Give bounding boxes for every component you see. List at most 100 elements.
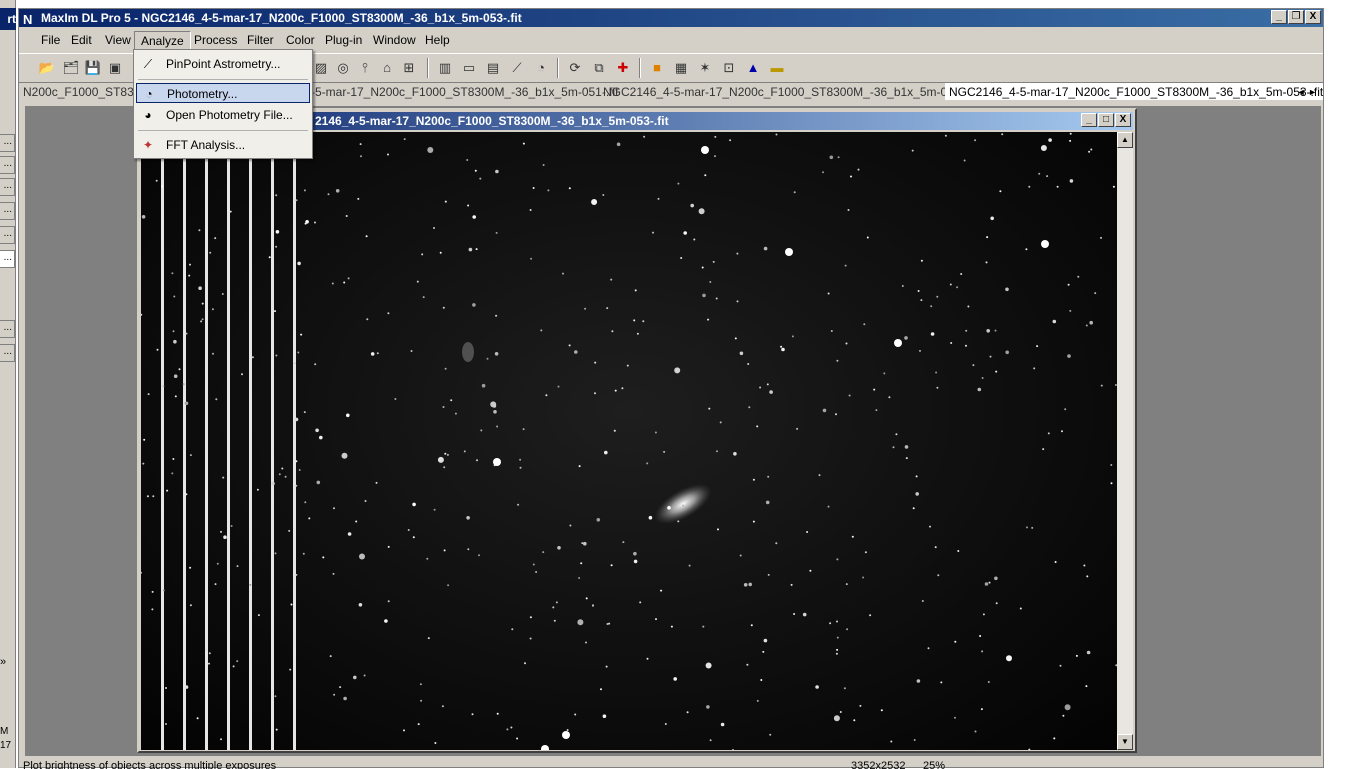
star — [853, 719, 856, 722]
filter-wheel-icon[interactable]: ▬ — [767, 58, 787, 78]
star — [767, 475, 770, 478]
star — [387, 545, 390, 548]
star — [763, 638, 768, 643]
star — [957, 550, 960, 552]
bright-star — [493, 458, 501, 466]
star — [574, 350, 578, 354]
background-button-3[interactable]: ... — [0, 178, 15, 196]
star — [994, 576, 998, 581]
star — [979, 635, 982, 637]
minimize-button[interactable]: _ — [1271, 10, 1287, 24]
image-icon[interactable]: ▨ — [311, 58, 331, 78]
star — [1056, 185, 1059, 188]
copy-icon[interactable]: ⧉ — [589, 58, 609, 78]
menu-plugin[interactable]: Plug-in — [319, 31, 368, 50]
save-icon[interactable]: 💾 — [83, 58, 103, 78]
star — [1052, 319, 1057, 324]
menu-item-photometry[interactable]: ◔ Photometry... — [136, 83, 310, 103]
scroll-down-arrow[interactable]: ▼ — [1117, 734, 1133, 750]
star — [862, 576, 865, 579]
background-button-5[interactable]: ... — [0, 226, 15, 244]
app-icon[interactable]: N — [23, 11, 32, 29]
star — [481, 383, 486, 388]
menu-item-pinpoint-astrometry[interactable]: ⟋ PinPoint Astrometry... — [136, 54, 310, 74]
zoom-window-icon[interactable]: ⊞ — [399, 58, 419, 78]
close-button[interactable]: X — [1305, 10, 1321, 24]
tab-image-053[interactable]: NGC2146_4-5-mar-17_N200c_F1000_ST8300M_-… — [945, 83, 1323, 100]
histogram-icon[interactable]: ▥ — [435, 58, 455, 78]
image-close-button[interactable]: X — [1115, 113, 1131, 127]
star — [880, 709, 883, 712]
star — [208, 662, 210, 665]
star — [1085, 324, 1088, 327]
graph-icon[interactable]: ▤ — [483, 58, 503, 78]
menu-process[interactable]: Process — [188, 31, 243, 50]
menu-item-label: Photometry... — [167, 87, 238, 101]
star — [739, 351, 744, 356]
star — [384, 619, 388, 623]
vertical-scrollbar[interactable]: ▲ ▼ — [1117, 132, 1133, 750]
background-button-7[interactable]: ... — [0, 320, 15, 338]
star — [839, 711, 842, 713]
open-icon[interactable]: 📂 — [37, 58, 57, 78]
menu-color[interactable]: Color — [280, 31, 321, 50]
photometry-tool-icon[interactable]: ◔ — [531, 58, 551, 78]
star — [198, 286, 202, 290]
line-profile-icon[interactable]: ▭ — [459, 58, 479, 78]
background-button-1[interactable]: ... — [0, 134, 15, 152]
flip-icon[interactable]: ⫯ — [355, 58, 375, 78]
crosshair-icon[interactable]: ✚ — [613, 58, 633, 78]
menu-file[interactable]: File — [35, 31, 66, 50]
background-expand-label[interactable]: » — [0, 656, 6, 668]
rotate-icon[interactable]: ⌂ — [377, 58, 397, 78]
star — [426, 557, 429, 560]
star — [583, 541, 587, 546]
background-button-8[interactable]: ... — [0, 344, 15, 362]
observatory-icon[interactable]: ▦ — [671, 58, 691, 78]
guider-icon[interactable]: ✶ — [695, 58, 715, 78]
image-minimize-button[interactable]: _ — [1081, 113, 1097, 127]
crosshair-target-icon[interactable]: ◎ — [333, 58, 353, 78]
menu-help[interactable]: Help — [419, 31, 456, 50]
open-multiple-icon[interactable]: 🗂 — [61, 58, 81, 78]
image-maximize-button[interactable]: □ — [1098, 113, 1114, 127]
star — [843, 687, 846, 690]
image-window[interactable]: 2146_4-5-mar-17_N200c_F1000_ST8300M_-36_… — [137, 108, 1137, 753]
star — [249, 583, 252, 586]
telescope-icon[interactable]: ▲ — [743, 58, 763, 78]
background-button-4[interactable]: ... — [0, 202, 15, 220]
star — [1054, 561, 1057, 563]
camera-icon[interactable]: ■ — [647, 58, 667, 78]
menu-view[interactable]: View — [99, 31, 137, 50]
refresh-icon[interactable]: ⟳ — [565, 58, 585, 78]
menu-window[interactable]: Window — [367, 31, 422, 50]
save-all-icon[interactable]: ▣ — [105, 58, 125, 78]
menu-filter[interactable]: Filter — [241, 31, 280, 50]
star — [172, 330, 175, 333]
scroll-up-arrow[interactable]: ▲ — [1117, 132, 1133, 148]
menu-analyze[interactable]: Analyze — [134, 31, 191, 50]
star — [516, 737, 519, 740]
star — [387, 153, 389, 156]
menu-item-open-photometry-file[interactable]: ◕ Open Photometry File... — [136, 105, 310, 125]
tab-image-051[interactable]: -5-mar-17_N200c_F1000_ST8300M_-36_b1x_5m… — [311, 83, 619, 100]
background-button-2[interactable]: ... — [0, 156, 15, 174]
menu-edit[interactable]: Edit — [65, 31, 98, 50]
tab-image-052[interactable]: NGC2146_4-5-mar-17_N200c_F1000_ST8300M_-… — [603, 83, 977, 100]
star — [888, 396, 891, 399]
star — [189, 263, 191, 266]
title-bar[interactable]: N MaxIm DL Pro 5 - NGC2146_4-5-mar-17_N2… — [19, 9, 1323, 27]
tab-scroll-arrows[interactable]: ◄ ► — [1297, 83, 1317, 100]
astro-image-canvas[interactable] — [141, 132, 1117, 750]
star — [290, 603, 293, 606]
background-button-6[interactable]: ... — [0, 250, 15, 268]
readout-icon[interactable]: ⊡ — [719, 58, 739, 78]
star — [335, 189, 340, 193]
restore-button[interactable]: ❐ — [1288, 10, 1304, 24]
star — [987, 681, 990, 683]
star — [999, 190, 1002, 193]
menu-item-fft-analysis[interactable]: ✦ FFT Analysis... — [136, 135, 310, 155]
measure-icon[interactable]: ⟋ — [507, 58, 527, 78]
star — [793, 613, 796, 615]
star — [519, 458, 522, 461]
